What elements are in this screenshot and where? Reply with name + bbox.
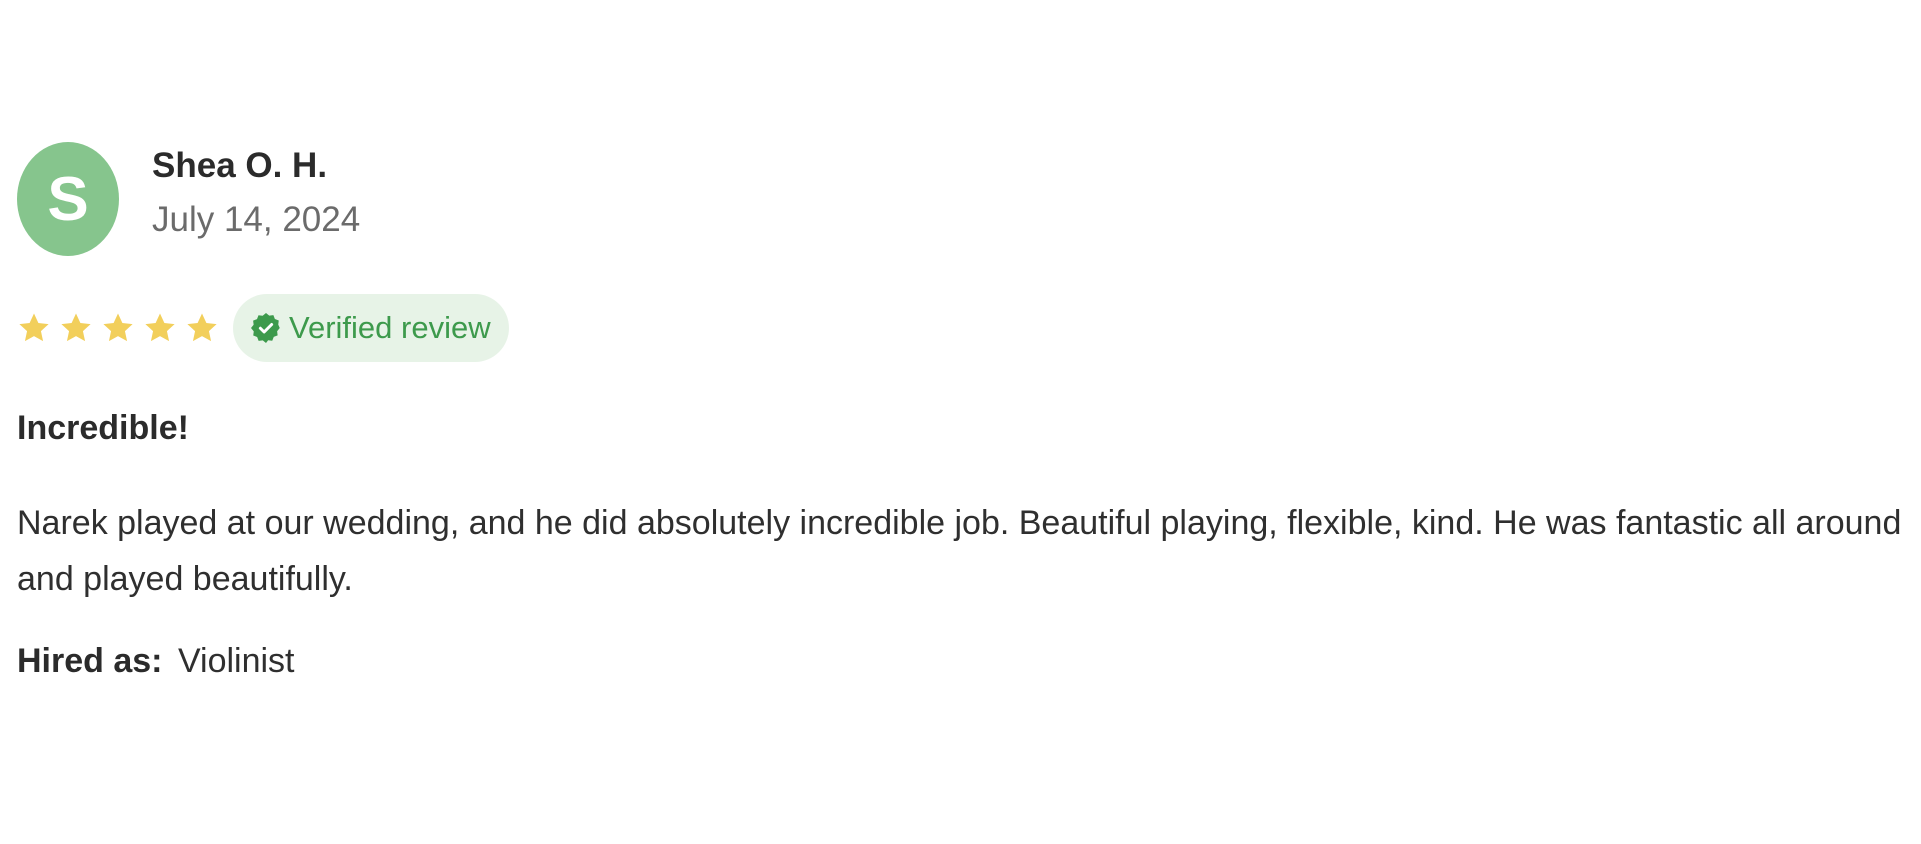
verified-check-icon	[251, 313, 281, 343]
review-date: July 14, 2024	[152, 200, 361, 239]
star-icon	[17, 311, 51, 345]
hired-as-row: Hired as: Violinist	[17, 641, 1917, 681]
review-title: Incredible!	[17, 409, 189, 447]
reviewer-info: Shea O. H. July 14, 2024	[152, 146, 361, 241]
star-icon	[101, 311, 135, 345]
reviewer-header: S Shea O. H. July 14, 2024	[17, 142, 1917, 256]
hired-as-label: Hired as:	[17, 642, 163, 680]
avatar: S	[17, 142, 119, 256]
verified-review-label: Verified review	[289, 310, 491, 345]
rating-row: Verified review	[17, 294, 1917, 362]
star-icon	[143, 311, 177, 345]
star-icon	[185, 311, 219, 345]
hired-as-value: Violinist	[177, 642, 295, 680]
review-body: Narek played at our wedding, and he did …	[17, 504, 1902, 598]
verified-review-badge: Verified review	[233, 294, 509, 362]
review-card: S Shea O. H. July 14, 2024 Verified revi…	[17, 142, 1917, 681]
reviewer-name: Shea O. H.	[152, 146, 328, 185]
star-icon	[59, 311, 93, 345]
star-rating	[17, 311, 227, 345]
